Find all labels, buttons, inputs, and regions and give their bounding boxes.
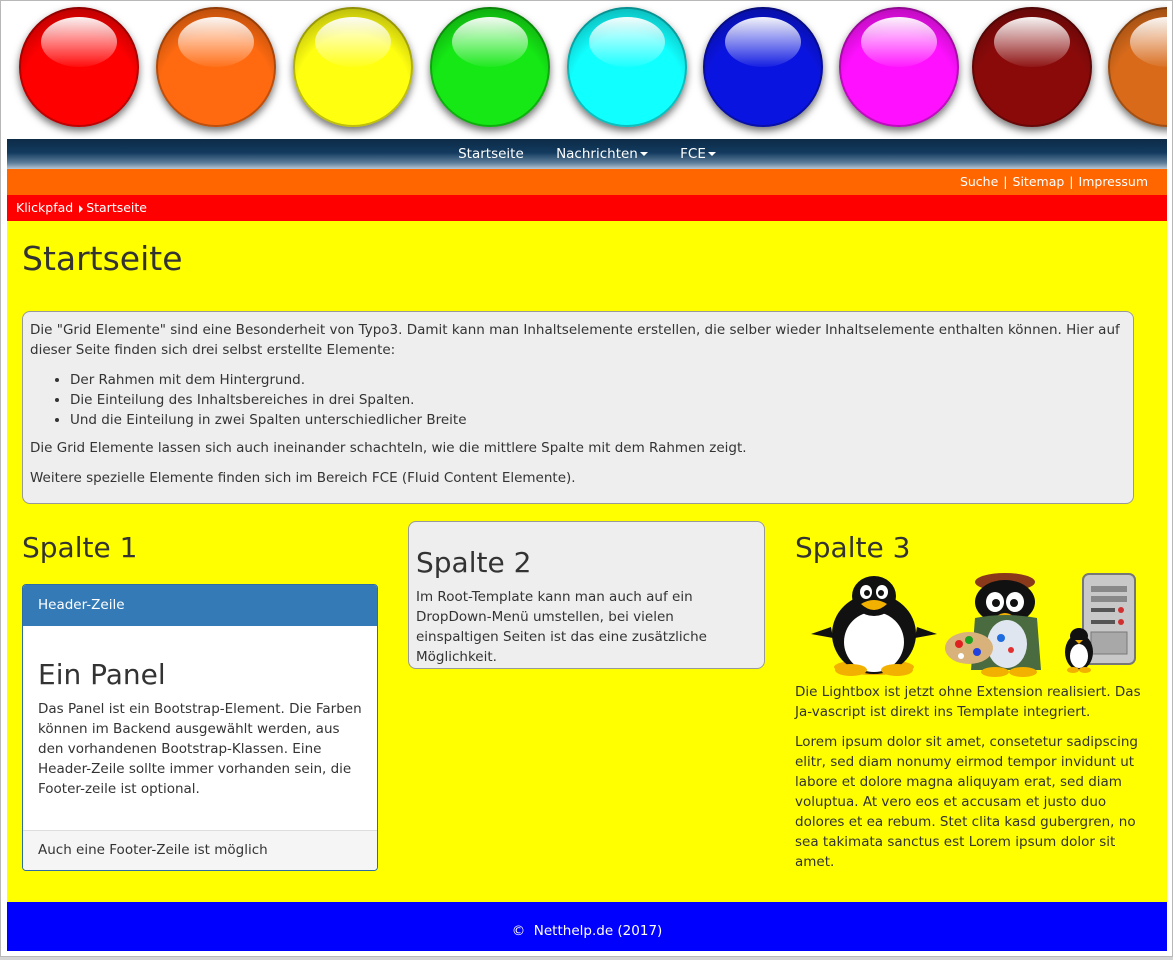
painter-penguin-image[interactable] (945, 572, 1055, 678)
header-banner (7, 1, 1167, 139)
copyright-symbol: © (511, 923, 526, 939)
bootstrap-panel: Header-Zeile Ein Panel Das Panel ist ein… (22, 584, 378, 871)
caret-down-icon (639, 152, 648, 156)
intro-list: Der Rahmen mit dem Hintergrund. Die Eint… (30, 370, 1126, 430)
column-3: Spalte 3 Die Lightbox ist jetzt ohne Ext… (795, 531, 1155, 882)
link-impressum[interactable]: Impressum (1079, 174, 1148, 189)
panel-header: Header-Zeile (23, 585, 377, 626)
brown-ball-image (1108, 7, 1167, 127)
darkred-ball-image (972, 7, 1092, 127)
yellow-ball-image (293, 7, 413, 127)
breadcrumb-current[interactable]: Startseite (86, 200, 147, 215)
main-content: Startseite Die "Grid Elemente" sind eine… (7, 221, 1167, 902)
link-suche[interactable]: Suche (960, 174, 998, 189)
blue-ball-image (703, 7, 823, 127)
nav-item-nachrichten[interactable]: Nachrichten (556, 139, 648, 169)
column-1-title: Spalte 1 (22, 531, 138, 564)
footer-text[interactable]: Netthelp.de (2017) (534, 923, 663, 939)
intro-paragraph: Die "Grid Elemente" sind eine Besonderhe… (30, 322, 1120, 358)
column-3-text-2: Lorem ipsum dolor sit amet, consetetur s… (795, 734, 1138, 870)
intro-paragraph: Die Grid Elemente lassen sich auch inein… (30, 440, 747, 456)
top-links-bar: Suche | Sitemap | Impressum (7, 169, 1167, 195)
triangle-right-icon (79, 204, 84, 213)
footer: © Netthelp.de (2017) (7, 902, 1167, 951)
list-item: Die Einteilung des Inhaltsbereiches in d… (70, 390, 1126, 410)
column-1: Spalte 1 Header-Zeile Ein Panel Das Pane… (22, 531, 378, 871)
green-ball-image (430, 7, 550, 127)
link-sitemap[interactable]: Sitemap (1013, 174, 1065, 189)
tux-penguin-image[interactable] (811, 572, 937, 678)
column-3-title: Spalte 3 (795, 531, 911, 564)
link-separator: | (1003, 174, 1008, 189)
caret-down-icon (707, 152, 716, 156)
link-separator: | (1069, 174, 1074, 189)
intro-paragraph: Weitere spezielle Elemente finden sich i… (30, 470, 576, 486)
column-2-title: Spalte 2 (416, 546, 532, 579)
panel-body: Ein Panel Das Panel ist ein Bootstrap-El… (23, 626, 377, 807)
intro-box: Die "Grid Elemente" sind eine Besonderhe… (22, 311, 1134, 504)
page-title: Startseite (22, 239, 183, 278)
column-3-text-1: Die Lightbox ist jetzt ohne Extension re… (795, 684, 1141, 720)
orange-ball-image (156, 7, 276, 127)
column-2: Spalte 2 Im Root-Template kann man auch … (408, 521, 765, 669)
red-ball-image (19, 7, 139, 127)
panel-title: Ein Panel (38, 658, 166, 691)
nav-item-fce[interactable]: FCE (680, 139, 716, 169)
browser-page: Startseite Nachrichten FCE Suche | Sitemap… (0, 0, 1173, 957)
panel-footer: Auch eine Footer-Zeile ist möglich (23, 830, 377, 870)
nav-item-startseite[interactable]: Startseite (458, 139, 524, 169)
lightbox-images (795, 572, 1155, 682)
breadcrumb-label: Klickpfad (16, 200, 74, 215)
list-item: Und die Einteilung in zwei Spalten unter… (70, 410, 1126, 430)
panel-text: Das Panel ist ein Bootstrap-Element. Die… (38, 701, 362, 797)
cyan-ball-image (567, 7, 687, 127)
magenta-ball-image (839, 7, 959, 127)
breadcrumb: Klickpfad Startseite (7, 195, 1167, 221)
server-penguin-image[interactable] (1063, 572, 1147, 678)
list-item: Der Rahmen mit dem Hintergrund. (70, 370, 1126, 390)
main-navigation: Startseite Nachrichten FCE (7, 139, 1167, 169)
column-2-text: Im Root-Template kann man auch auf ein D… (416, 589, 707, 665)
